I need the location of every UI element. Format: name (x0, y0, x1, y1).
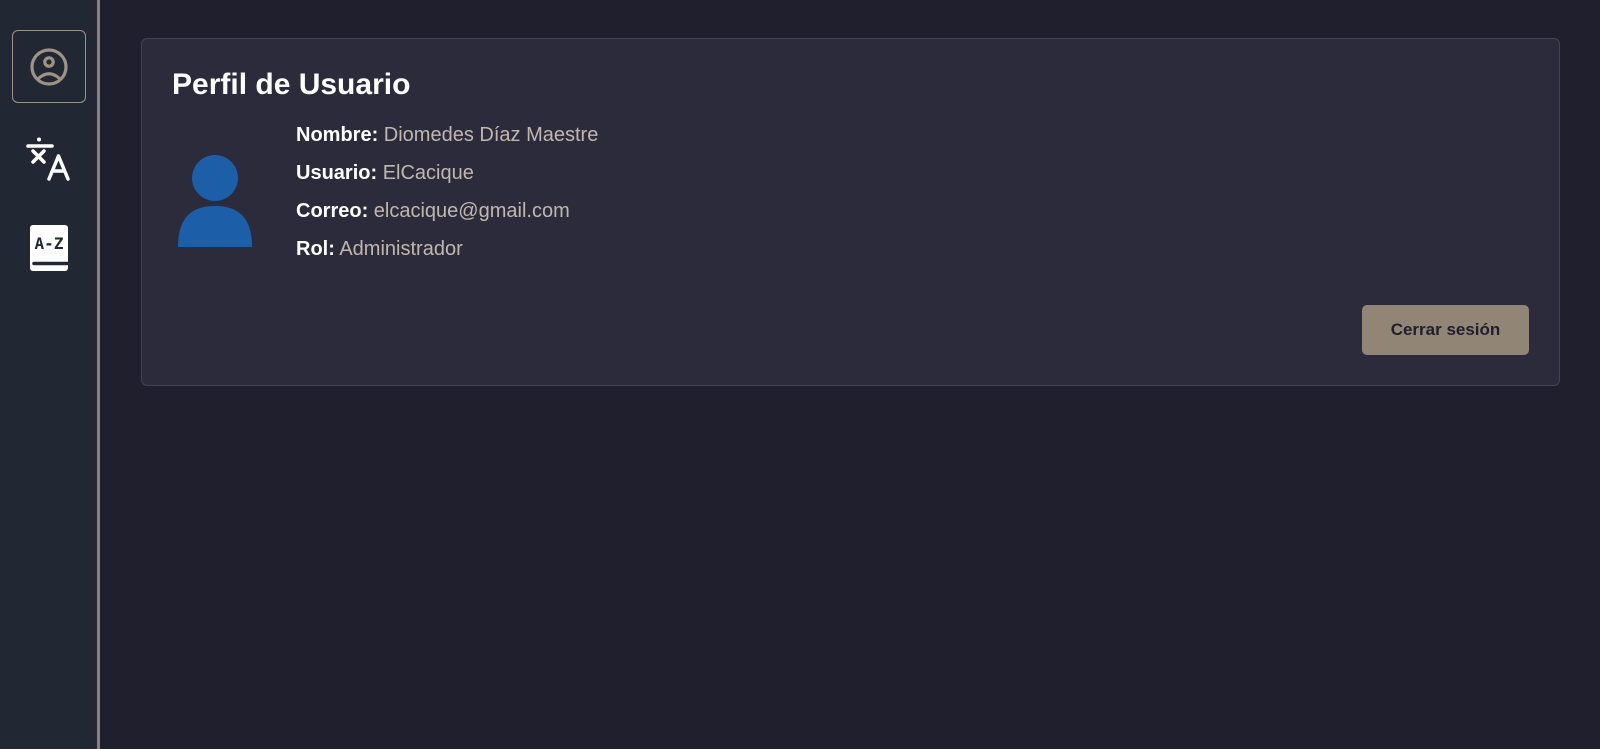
sidebar-item-profile[interactable] (12, 30, 86, 103)
page-title: Perfil de Usuario (172, 68, 411, 101)
user-circle-icon (30, 47, 68, 86)
dictionary-icon: A-Z (30, 224, 70, 271)
field-label: Usuario: (296, 162, 378, 184)
translate-icon (26, 137, 70, 181)
field-value: Diomedes Díaz Maestre (383, 124, 599, 146)
sidebar-item-dictionary[interactable]: A-Z (12, 212, 86, 285)
person-silhouette-icon (178, 155, 252, 247)
profile-field-name: Nombre: Diomedes Díaz Maestre (296, 121, 598, 159)
main-content: Perfil de Usuario Nombre: Diomedes Díaz … (100, 0, 1600, 749)
profile-field-email: Correo: elcacique@gmail.com (296, 197, 598, 235)
field-label: Nombre: (296, 124, 379, 146)
field-label: Correo: (296, 200, 369, 222)
field-label: Rol: (296, 238, 335, 260)
logout-button[interactable]: Cerrar sesión (1362, 305, 1529, 355)
field-value: elcacique@gmail.com (373, 200, 570, 222)
dictionary-icon-text: A-Z (35, 234, 64, 253)
profile-card: Perfil de Usuario Nombre: Diomedes Díaz … (141, 38, 1560, 386)
field-value: ElCacique (382, 162, 474, 184)
sidebar: A-Z (0, 0, 100, 749)
avatar (172, 149, 258, 249)
profile-info: Nombre: Diomedes Díaz Maestre Usuario: E… (296, 121, 598, 273)
profile-field-username: Usuario: ElCacique (296, 159, 598, 197)
profile-field-role: Rol: Administrador (296, 235, 598, 273)
sidebar-item-translate[interactable] (12, 122, 86, 195)
field-value: Administrador (339, 238, 463, 260)
